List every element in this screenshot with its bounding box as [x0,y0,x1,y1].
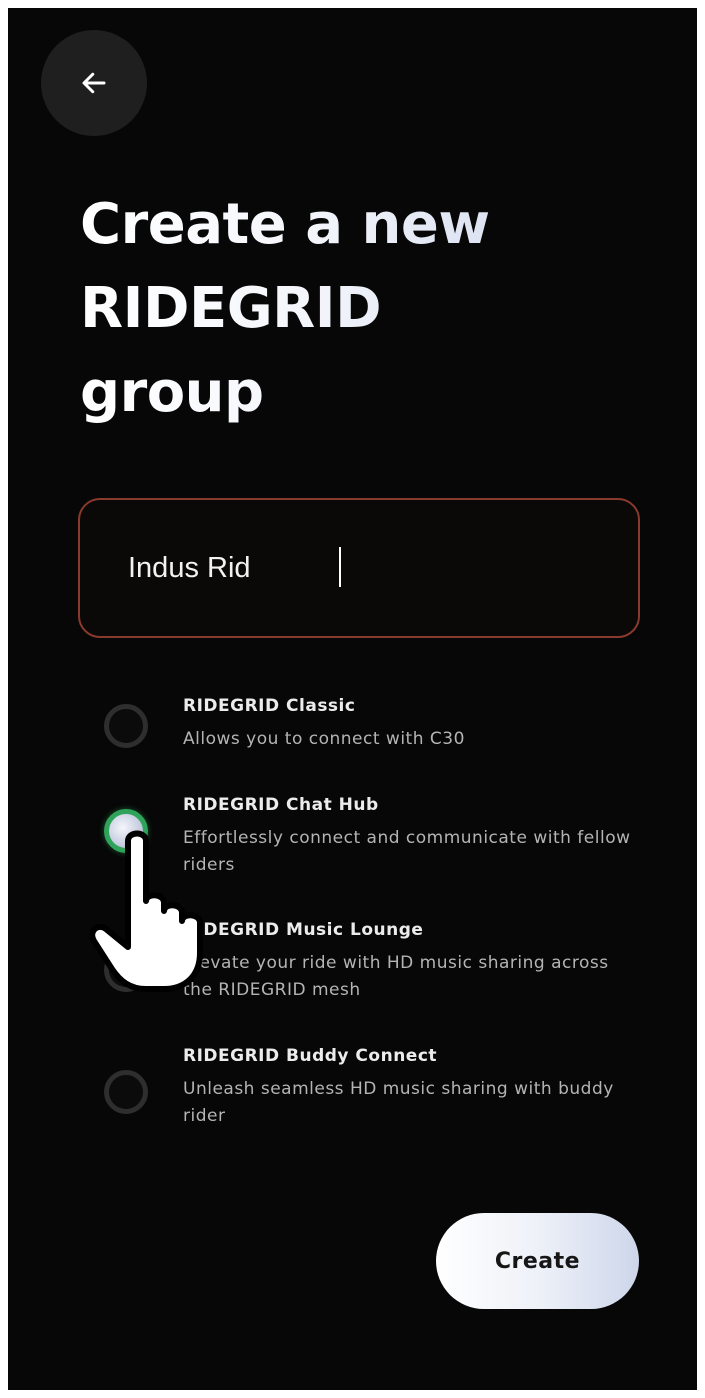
option-title: RIDEGRID Classic [183,696,356,716]
back-button[interactable] [41,30,147,136]
option-description: Elevate your ride with HD music sharing … [183,953,609,1000]
radio-button[interactable] [104,1070,148,1114]
page-title-line-1: Create a new [80,192,490,257]
option-description: Effortlessly connect and communicate wit… [183,828,631,875]
page-title-line-2: RIDEGRID [80,276,382,341]
create-group-screen: Create a new RIDEGRID group RIDEGRID Cla… [8,8,697,1390]
text-cursor [339,547,341,587]
group-name-field[interactable] [78,498,640,638]
page-title-line-3: group [80,360,264,425]
radio-button[interactable] [104,704,148,748]
option-description: Unleash seamless HD music sharing with b… [183,1079,614,1126]
option-description: Allows you to connect with C30 [183,729,465,749]
group-name-input[interactable] [128,551,638,585]
option-title: RIDEGRID Music Lounge [183,920,424,940]
option-title: RIDEGRID Chat Hub [183,795,379,815]
page-title: Create a new RIDEGRID group [80,183,640,435]
arrow-left-icon [82,72,106,94]
create-button[interactable]: Create [436,1213,639,1309]
option-title: RIDEGRID Buddy Connect [183,1046,438,1066]
option-ridegrid-buddy-connect[interactable]: RIDEGRID Buddy Connect Unleash seamless … [104,1046,664,1146]
tap-hand-icon [90,830,203,992]
option-ridegrid-classic[interactable]: RIDEGRID Classic Allows you to connect w… [104,696,664,796]
